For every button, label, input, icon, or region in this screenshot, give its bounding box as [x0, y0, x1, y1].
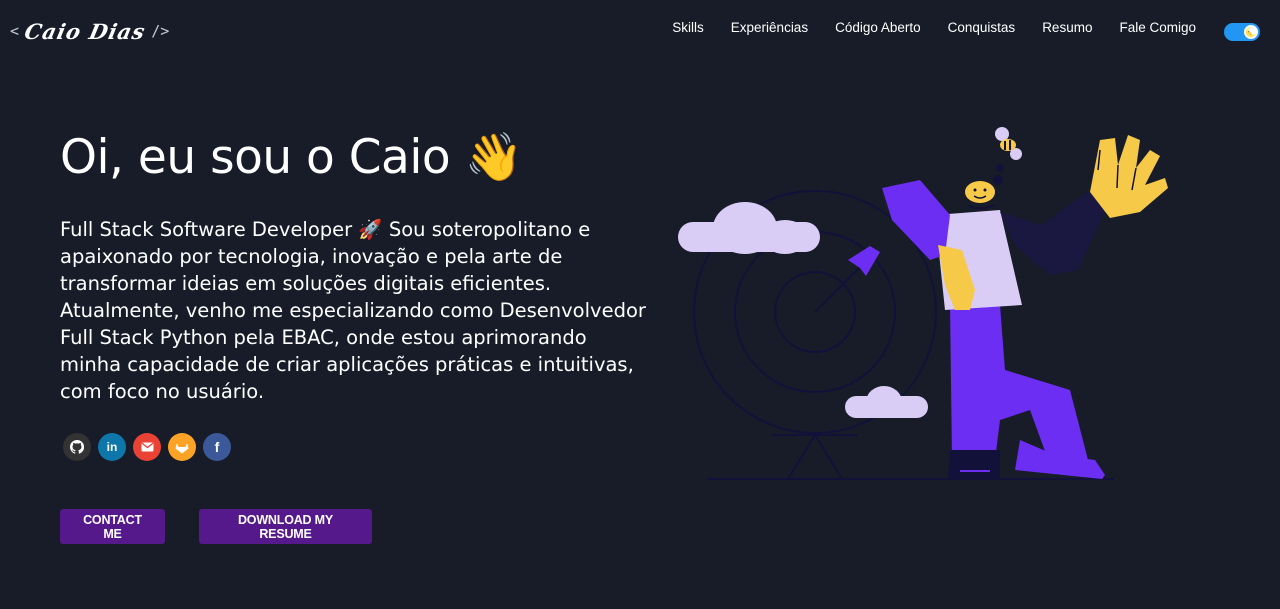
- email-icon[interactable]: [133, 433, 161, 461]
- gitlab-icon[interactable]: [168, 433, 196, 461]
- download-resume-button[interactable]: DOWNLOAD MY RESUME: [199, 509, 372, 544]
- site-header: < Caio Dias /> Skills Experiências Códig…: [0, 0, 1280, 62]
- logo-close-bracket: />: [151, 22, 170, 40]
- hero-bio: Full Stack Software Developer 🚀 Sou sote…: [60, 218, 646, 403]
- developer-target-illustration: [678, 127, 1168, 480]
- facebook-icon[interactable]: f: [203, 433, 231, 461]
- linkedin-icon[interactable]: in: [98, 433, 126, 461]
- contact-me-button[interactable]: CONTACT ME: [60, 509, 165, 544]
- waving-hand-icon: 👋: [464, 130, 524, 185]
- logo-signature: Caio Dias: [22, 18, 148, 44]
- nav-conquistas[interactable]: Conquistas: [948, 20, 1016, 35]
- social-links: in f: [63, 433, 231, 461]
- nav-codigo-aberto[interactable]: Código Aberto: [835, 20, 921, 35]
- nav-skills[interactable]: Skills: [672, 20, 704, 35]
- theme-toggle[interactable]: 🌜: [1224, 23, 1260, 41]
- main-nav: Skills Experiências Código Aberto Conqui…: [672, 20, 1196, 35]
- nav-experiencias[interactable]: Experiências: [731, 20, 808, 35]
- nav-fale-comigo[interactable]: Fale Comigo: [1119, 20, 1196, 35]
- moon-icon: 🌜: [1244, 25, 1258, 39]
- logo-open-bracket: <: [10, 22, 20, 40]
- github-icon[interactable]: [63, 433, 91, 461]
- logo[interactable]: < Caio Dias />: [10, 14, 169, 48]
- nav-resumo[interactable]: Resumo: [1042, 20, 1092, 35]
- hero-greeting: Oi, eu sou o Caio 👋: [60, 130, 523, 185]
- greeting-text: Oi, eu sou o Caio: [60, 130, 451, 185]
